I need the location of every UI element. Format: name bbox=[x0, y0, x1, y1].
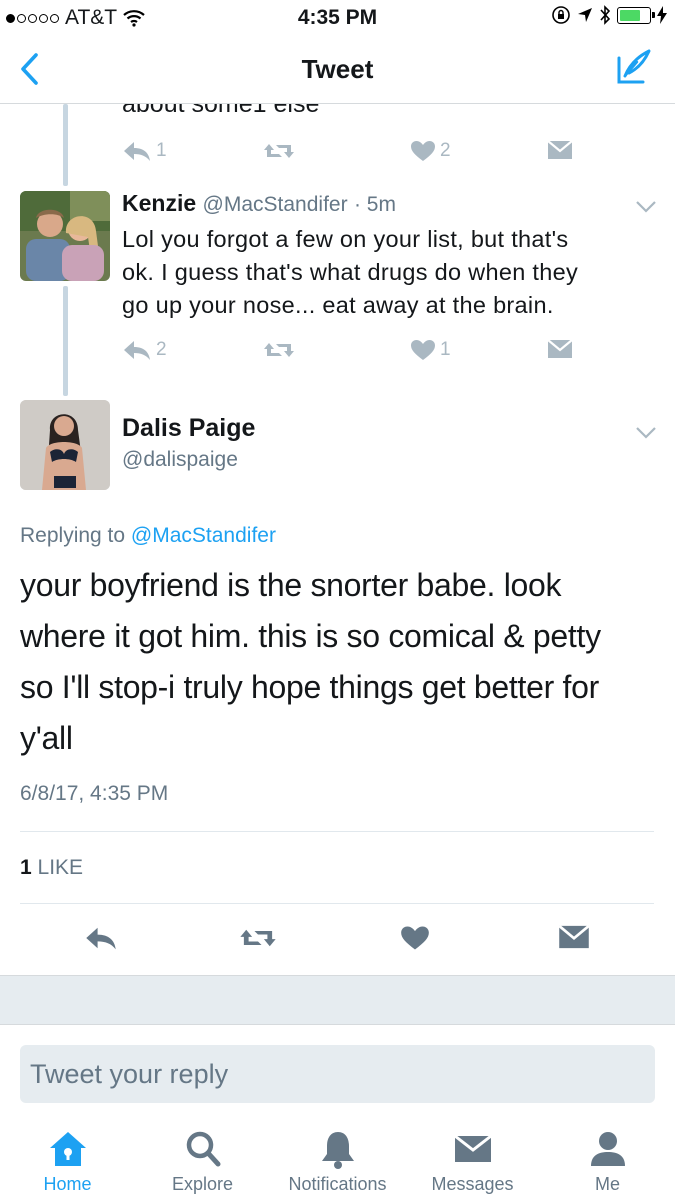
like-button[interactable]: 1 bbox=[410, 339, 451, 361]
previous-tweet-actions: 1 2 bbox=[122, 140, 573, 172]
page-title: Tweet bbox=[301, 54, 374, 84]
tab-label: Me bbox=[594, 1174, 620, 1194]
tab-messages[interactable]: Messages bbox=[405, 1128, 540, 1195]
nav-bar: Tweet bbox=[0, 34, 675, 104]
envelope-icon[interactable] bbox=[558, 924, 590, 950]
reply-button[interactable]: 2 bbox=[122, 339, 167, 361]
heart-icon[interactable] bbox=[400, 924, 430, 952]
previous-tweet-text: about some1 else bbox=[122, 104, 320, 118]
retweet-icon[interactable] bbox=[238, 924, 278, 952]
heart-icon bbox=[411, 340, 435, 360]
envelope-icon bbox=[547, 339, 573, 358]
envelope-icon bbox=[547, 140, 573, 159]
reply-icon[interactable] bbox=[84, 924, 118, 952]
retweet-button[interactable] bbox=[262, 339, 296, 361]
tweet-line: where it got him. this is so comical & p… bbox=[20, 618, 601, 654]
location-arrow-icon bbox=[578, 8, 592, 22]
rotation-lock-icon bbox=[552, 6, 570, 24]
replying-handle-link[interactable]: @MacStandifer bbox=[131, 524, 276, 547]
compose-tweet-icon[interactable] bbox=[615, 48, 653, 86]
tweet-line: Lol you forgot a few on your list, but t… bbox=[122, 226, 569, 252]
tweet-thread: about some1 else 1 2 Kenzie @MacStandife… bbox=[0, 104, 675, 975]
tweet-actions: 2 1 bbox=[122, 339, 573, 371]
avatar[interactable] bbox=[20, 191, 110, 281]
tab-me[interactable]: Me bbox=[540, 1128, 675, 1195]
chevron-down-icon[interactable] bbox=[635, 200, 657, 214]
tab-notifications[interactable]: Notifications bbox=[270, 1128, 405, 1195]
search-icon bbox=[186, 1131, 220, 1167]
tab-explore[interactable]: Explore bbox=[135, 1128, 270, 1195]
tweet-timestamp: 6/8/17, 4:35 PM bbox=[20, 782, 169, 805]
author-handle[interactable]: @dalispaige bbox=[122, 448, 238, 472]
retweet-button[interactable] bbox=[262, 140, 296, 162]
tweet-line: y'all bbox=[20, 720, 73, 756]
like-count: 2 bbox=[440, 140, 451, 161]
tweet-line: ok. I guess that's what drugs do when th… bbox=[122, 259, 579, 285]
divider bbox=[20, 831, 654, 832]
status-right bbox=[551, 5, 667, 25]
tweet-line: go up your nose... eat away at the brain… bbox=[122, 292, 554, 318]
tweet-header: Kenzie @MacStandifer · 5m bbox=[122, 190, 396, 217]
reply-input[interactable] bbox=[20, 1045, 655, 1103]
tweet-text: your boyfriend is the snorter babe. look… bbox=[20, 560, 660, 764]
thread-line bbox=[63, 286, 68, 396]
author-handle[interactable]: @MacStandifer bbox=[203, 193, 348, 216]
reply-area bbox=[0, 1025, 675, 1120]
like-button[interactable]: 2 bbox=[410, 140, 451, 162]
tab-label: Notifications bbox=[288, 1174, 387, 1194]
reply-count: 1 bbox=[156, 140, 167, 161]
replying-to: Replying to @MacStandifer bbox=[20, 524, 276, 548]
tweet-age: · 5m bbox=[353, 193, 396, 216]
bluetooth-icon bbox=[600, 5, 611, 25]
charging-bolt-icon bbox=[657, 6, 667, 24]
retweet-icon bbox=[264, 144, 294, 158]
author-name[interactable]: Dalis Paige bbox=[122, 414, 255, 443]
tab-bar: Home Explore Notifications Messages Me bbox=[0, 1120, 675, 1200]
chevron-down-icon[interactable] bbox=[635, 426, 657, 440]
author-name[interactable]: Kenzie bbox=[122, 190, 196, 216]
section-separator bbox=[0, 975, 675, 1025]
tab-label: Explore bbox=[171, 1174, 234, 1194]
like-count: 1 bbox=[440, 339, 451, 360]
likes-count: 1 bbox=[20, 856, 32, 879]
tab-label: Messages bbox=[431, 1174, 514, 1194]
thread-line bbox=[63, 104, 68, 186]
bell-icon bbox=[321, 1132, 354, 1169]
home-icon bbox=[49, 1132, 86, 1166]
reply-count: 2 bbox=[156, 339, 167, 360]
tweet-line: so I'll stop-i truly hope things get bet… bbox=[20, 669, 599, 705]
reply-icon bbox=[124, 341, 150, 360]
reply-icon bbox=[124, 142, 150, 161]
direct-message-button[interactable] bbox=[547, 339, 573, 359]
retweet-icon bbox=[264, 343, 294, 357]
status-bar: AT&T 4:35 PM bbox=[0, 0, 675, 34]
likes-label: LIKE bbox=[37, 856, 84, 879]
envelope-icon bbox=[453, 1134, 492, 1162]
reply-button[interactable]: 1 bbox=[122, 140, 167, 162]
main-tweet-actions bbox=[0, 924, 675, 958]
person-icon bbox=[590, 1132, 625, 1166]
likes-summary[interactable]: 1 LIKE bbox=[20, 856, 83, 880]
tweet-text: Lol you forgot a few on your list, but t… bbox=[122, 223, 652, 322]
tab-home[interactable]: Home bbox=[0, 1128, 135, 1195]
heart-icon bbox=[411, 141, 435, 161]
divider bbox=[20, 903, 654, 904]
avatar[interactable] bbox=[20, 400, 110, 490]
direct-message-button[interactable] bbox=[547, 140, 573, 160]
replying-prefix: Replying to bbox=[20, 524, 126, 547]
battery-icon bbox=[617, 6, 655, 24]
tweet-line: your boyfriend is the snorter babe. look bbox=[20, 567, 562, 603]
tab-label: Home bbox=[43, 1174, 92, 1194]
